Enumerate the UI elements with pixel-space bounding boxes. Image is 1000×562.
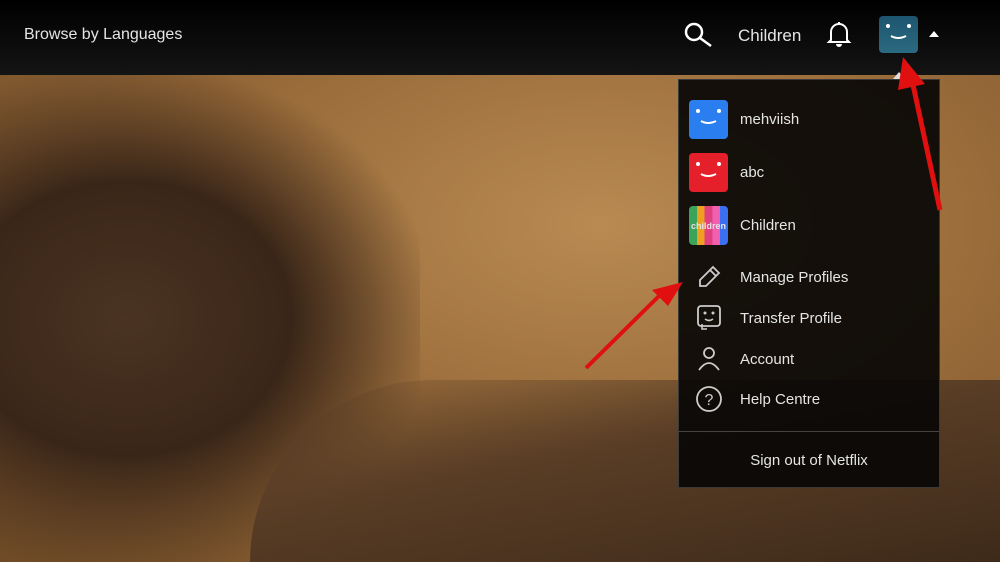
annotation-arrows [584, 57, 943, 370]
red-arrow-manage-profiles [584, 293, 662, 370]
red-arrowhead-manage-profiles [652, 282, 683, 306]
red-arrowhead-avatar [898, 57, 925, 90]
red-arrow-avatar [909, 79, 943, 211]
